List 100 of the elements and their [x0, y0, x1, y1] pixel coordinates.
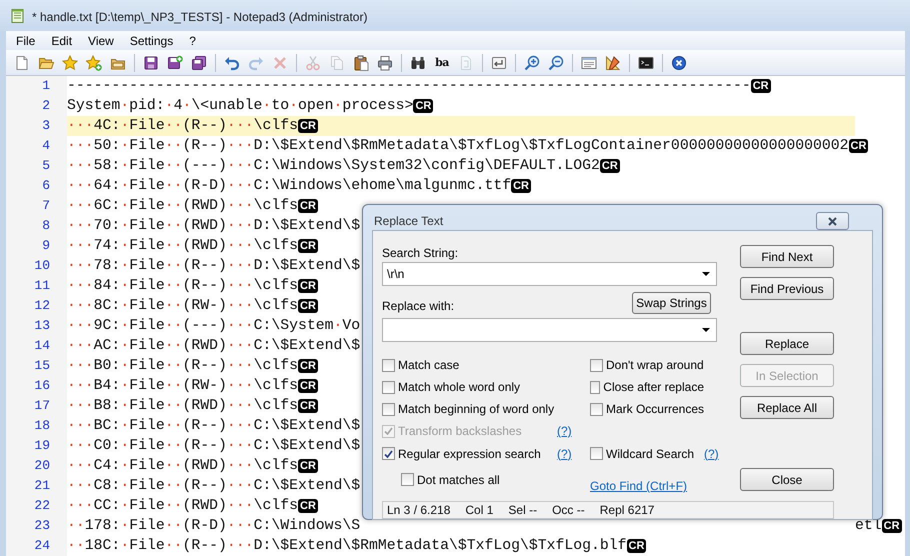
- line-end-mark: CR: [600, 159, 620, 173]
- line-number: 8: [6, 216, 67, 236]
- code-line: ···84:·File··(R--)···\clfs: [67, 277, 298, 296]
- line-end-mark: CR: [298, 499, 318, 513]
- line-number: 20: [6, 456, 67, 476]
- line-number: 14: [6, 336, 67, 356]
- code-line: ···6C:·File··(RWD)···\clfs: [67, 197, 298, 216]
- menu-item[interactable]: Edit: [43, 34, 80, 48]
- status-item: Ln 3 / 6.218: [387, 503, 450, 517]
- line-number: 3: [6, 116, 67, 136]
- code-line: ···64:·File··(R-D)···C:\Windows\ehome\malgunmc.ttf: [67, 177, 512, 196]
- line-end-mark: CR: [298, 399, 318, 413]
- status-item: Sel --: [508, 503, 538, 517]
- line-end-mark: CR: [298, 299, 318, 313]
- code-line: ···58:·File··(---)···C:\Windows\System32\config\DEFAULT.LOG2: [67, 157, 600, 176]
- line-end-mark: CR: [298, 199, 318, 213]
- dialog-button[interactable]: Replace All: [740, 396, 834, 419]
- code-line: ···CC:·File··(RWD)···\clfs: [67, 497, 298, 516]
- checkbox-label: Close after replace: [603, 380, 704, 394]
- line-number: 19: [6, 436, 67, 456]
- code-line: ···C4:·File··(RWD)···\clfs: [67, 457, 298, 476]
- line-number: 5: [6, 156, 67, 176]
- line-number: 6: [6, 176, 67, 196]
- code-line: ··178:·File··(R-D)···C:\Windows\S: [67, 517, 360, 536]
- field-label: Replace with:: [382, 298, 454, 314]
- code-line: ···4C:·File··(R--)···\clfs: [67, 117, 298, 136]
- line-number: 1: [6, 76, 67, 96]
- window-title: * handle.txt [D:\temp\_NP3_TESTS] - Notepad3 (Administrator): [32, 8, 368, 24]
- line-end-mark: CR: [750, 79, 771, 93]
- status-item: Occ --: [552, 503, 585, 517]
- code-line: ···9C:·File··(---)···C:\System·Vo: [67, 317, 360, 336]
- dialog-button[interactable]: Replace: [740, 332, 834, 355]
- dialog-button[interactable]: Close: [740, 468, 834, 491]
- checkbox-label: Regular expression search: [398, 446, 541, 460]
- code-line: ···70:·File··(RWD)···D:\$Extend\$: [67, 217, 360, 236]
- line-end-mark: CR: [848, 139, 868, 153]
- code-line: ···74:·File··(RWD)···\clfs: [67, 237, 298, 256]
- checkbox-label: Wildcard Search: [606, 446, 694, 460]
- line-number: 7: [6, 196, 67, 216]
- line-end-mark: CR: [298, 379, 318, 393]
- help-link[interactable]: (?): [557, 446, 590, 460]
- help-link[interactable]: (?): [704, 446, 719, 460]
- line-end-mark: CR: [626, 539, 646, 553]
- goto-find-link[interactable]: Goto Find (Ctrl+F): [590, 465, 717, 493]
- line-number: 13: [6, 316, 67, 336]
- checkbox-label: Dot matches all: [417, 472, 500, 486]
- line-number: 2: [6, 96, 67, 116]
- line-number: 16: [6, 376, 67, 396]
- checkbox-label: Match whole word only: [398, 380, 520, 394]
- swap-button[interactable]: Swap Strings: [632, 292, 711, 314]
- line-end-mark: CR: [882, 519, 902, 533]
- line-number: 22: [6, 496, 67, 516]
- line-number: 10: [6, 256, 67, 276]
- line-number: 15: [6, 356, 67, 376]
- code-line: ···C0:·File··(R--)···C:\$Extend\$: [67, 437, 360, 456]
- line-number: 23: [6, 516, 67, 536]
- line-end-mark: CR: [298, 459, 318, 473]
- checkbox-label: Match case: [398, 358, 460, 372]
- menu-item[interactable]: View: [80, 34, 122, 48]
- line-number: 17: [6, 396, 67, 416]
- menu-item[interactable]: Settings: [122, 34, 182, 48]
- line-number: 11: [6, 276, 67, 296]
- line-number: 21: [6, 476, 67, 496]
- code-line: ···B4:·File··(RW-)···\clfs: [67, 377, 298, 396]
- code-line: ···8C:·File··(RW-)···\clfs: [67, 297, 298, 316]
- code-line: ···B0:·File··(R--)···\clfs: [67, 357, 298, 376]
- line-end-mark: CR: [413, 99, 434, 113]
- code-line: ··18C:·File··(R--)···D:\$Extend\$RmMetadata\$TxfLog\$TxfLog.blf: [67, 537, 627, 556]
- search-field[interactable]: \r\n: [382, 262, 717, 286]
- replace-icon[interactable]: ba: [435, 54, 449, 70]
- code-line: ···BC:·File··(R--)···C:\$Extend\$: [67, 417, 360, 436]
- menu-item[interactable]: ?: [181, 34, 204, 48]
- checkbox-label: Match beginning of word only: [398, 402, 554, 416]
- line-end-mark: CR: [298, 239, 318, 253]
- line-end-mark: CR: [298, 119, 318, 133]
- line-number: 4: [6, 136, 67, 156]
- line-number: 24: [6, 536, 67, 556]
- code-line: System·pid:·4·\<unable·to·open·process>: [67, 97, 414, 116]
- field-label: Search String:: [382, 245, 460, 261]
- dialog-button[interactable]: Find Previous: [740, 277, 834, 300]
- line-end-mark: CR: [511, 179, 531, 193]
- status-item: Col 1: [465, 503, 494, 517]
- code-line: ···B8:·File··(RWD)···\clfs: [67, 397, 298, 416]
- code-line: -----------------------------------------------------------------------------: [67, 77, 751, 96]
- line-number: 9: [6, 236, 67, 256]
- dialog-title: Replace Text: [373, 212, 444, 228]
- code-line: ···50:·File··(R--)···D:\$Extend\$RmMetadata\$TxfLog\$TxfLogContainer00000000000000000002: [67, 137, 849, 156]
- line-end-mark: CR: [298, 279, 318, 293]
- code-line: ···C8:·File··(R--)···C:\$Extend\$: [67, 477, 360, 496]
- line-end-mark: CR: [298, 359, 318, 373]
- code-line: ···AC:·File··(RWD)···C:\$Extend\$: [67, 337, 360, 356]
- line-number: 12: [6, 296, 67, 316]
- dialog-button[interactable]: Find Next: [740, 245, 834, 268]
- line-number: 18: [6, 416, 67, 436]
- code-line: ···78:·File··(R--)···D:\$Extend\$: [67, 257, 360, 276]
- status-item: Repl 6217: [600, 503, 654, 517]
- checkbox-label: Don't wrap around: [606, 358, 704, 372]
- menu-item[interactable]: File: [8, 34, 44, 48]
- checkbox-label: Transform backslashes: [398, 424, 522, 438]
- checkbox-label: Mark Occurrences: [606, 402, 704, 416]
